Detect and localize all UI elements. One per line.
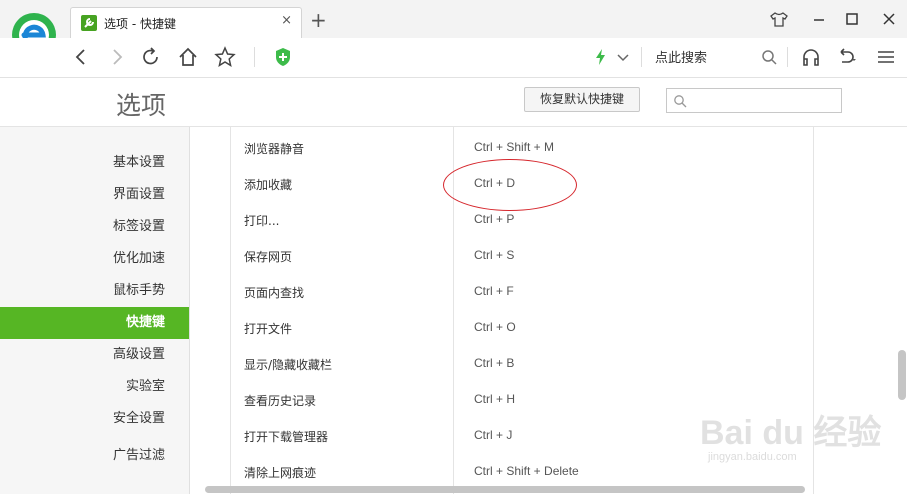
sidebar-item-tabs[interactable]: 标签设置 — [0, 211, 189, 243]
shortcut-action: 打印... — [244, 214, 280, 228]
highlight-circle — [443, 159, 577, 211]
toolbar-separator — [787, 47, 788, 67]
search-icon[interactable] — [758, 46, 780, 68]
lightning-icon[interactable] — [590, 46, 612, 68]
star-icon[interactable] — [214, 46, 236, 68]
horizontal-scrollbar[interactable] — [205, 486, 805, 493]
minimize-icon[interactable] — [808, 9, 830, 29]
shirt-icon[interactable] — [768, 9, 790, 29]
browser-toolbar: 点此搜索 — [0, 38, 907, 78]
window-close-icon[interactable] — [878, 9, 900, 29]
title-bar: 选项 - 快捷键 × + — [0, 0, 907, 57]
shortcut-keys[interactable]: Ctrl + Shift + M — [474, 140, 554, 154]
shortcut-action: 浏览器静音 — [244, 142, 305, 156]
page-title: 选项 — [116, 91, 167, 120]
search-icon — [674, 95, 687, 108]
sidebar-item-advanced[interactable]: 高级设置 — [0, 339, 189, 371]
options-search-input[interactable] — [691, 91, 837, 110]
shortcut-action: 添加收藏 — [244, 178, 293, 192]
shortcut-action: 打开下载管理器 — [244, 430, 329, 444]
back-icon[interactable] — [70, 46, 92, 68]
shortcut-keys[interactable]: Ctrl + Shift + Delete — [474, 464, 579, 478]
tab-title: 选项 - 快捷键 — [104, 17, 176, 31]
sidebar-item-optimize[interactable]: 优化加速 — [0, 243, 189, 275]
menu-icon[interactable] — [875, 46, 897, 68]
headphones-icon[interactable] — [800, 46, 822, 68]
home-icon[interactable] — [177, 46, 199, 68]
undo-icon[interactable] — [835, 46, 857, 68]
watermark-url: jingyan.baidu.com — [708, 451, 797, 463]
plus-icon[interactable]: + — [310, 10, 327, 30]
sidebar-item-interface[interactable]: 界面设置 — [0, 179, 189, 211]
maximize-icon[interactable] — [841, 9, 863, 29]
tab-options[interactable]: 选项 - 快捷键 × — [70, 7, 302, 39]
shortcut-keys[interactable]: Ctrl + F — [474, 284, 514, 298]
shortcut-keys[interactable]: Ctrl + S — [474, 248, 514, 262]
refresh-icon[interactable] — [140, 46, 162, 68]
shortcut-keys[interactable]: Ctrl + H — [474, 392, 515, 406]
sidebar-item-security[interactable]: 安全设置 — [0, 403, 189, 435]
sidebar-item-lab[interactable]: 实验室 — [0, 371, 189, 403]
sidebar-item-basic[interactable]: 基本设置 — [0, 147, 189, 179]
settings-icon — [81, 15, 97, 31]
shortcut-action: 查看历史记录 — [244, 394, 317, 408]
watermark-logo: Bai du 经验 — [700, 414, 882, 452]
forward-icon[interactable] — [106, 46, 128, 68]
watermark: Bai du 经验 jingyan.baidu.com — [700, 405, 881, 475]
shortcut-action: 显示/隐藏收藏栏 — [244, 358, 333, 372]
table-column-divider — [230, 127, 231, 494]
shortcut-action: 清除上网痕迹 — [244, 466, 317, 480]
sidebar-item-shortcuts[interactable]: 快捷键 — [0, 307, 189, 339]
options-sidebar: 基本设置 界面设置 标签设置 优化加速 鼠标手势 快捷键 高级设置 实验室 安全… — [0, 127, 190, 494]
shortcut-action: 打开文件 — [244, 322, 293, 336]
toolbar-separator — [641, 47, 642, 67]
close-icon[interactable]: × — [281, 13, 292, 28]
shortcut-keys[interactable]: Ctrl + O — [474, 320, 516, 334]
shortcut-action: 页面内查找 — [244, 286, 305, 300]
shortcut-keys[interactable]: Ctrl + J — [474, 428, 512, 442]
shield-plus-icon[interactable] — [272, 46, 294, 68]
sidebar-item-adblock[interactable]: 广告过滤 — [0, 440, 189, 472]
sidebar-item-mouse-gestures[interactable]: 鼠标手势 — [0, 275, 189, 307]
vertical-scrollbar[interactable] — [898, 350, 906, 400]
shortcut-keys[interactable]: Ctrl + P — [474, 212, 514, 226]
shortcut-keys[interactable]: Ctrl + B — [474, 356, 514, 370]
chevron-down-icon[interactable] — [612, 46, 634, 68]
shortcut-action: 保存网页 — [244, 250, 293, 264]
toolbar-separator — [254, 47, 255, 67]
reset-shortcuts-button[interactable]: 恢复默认快捷键 — [524, 87, 640, 112]
address-search-label[interactable]: 点此搜索 — [655, 47, 707, 66]
options-search-box[interactable] — [666, 88, 842, 113]
